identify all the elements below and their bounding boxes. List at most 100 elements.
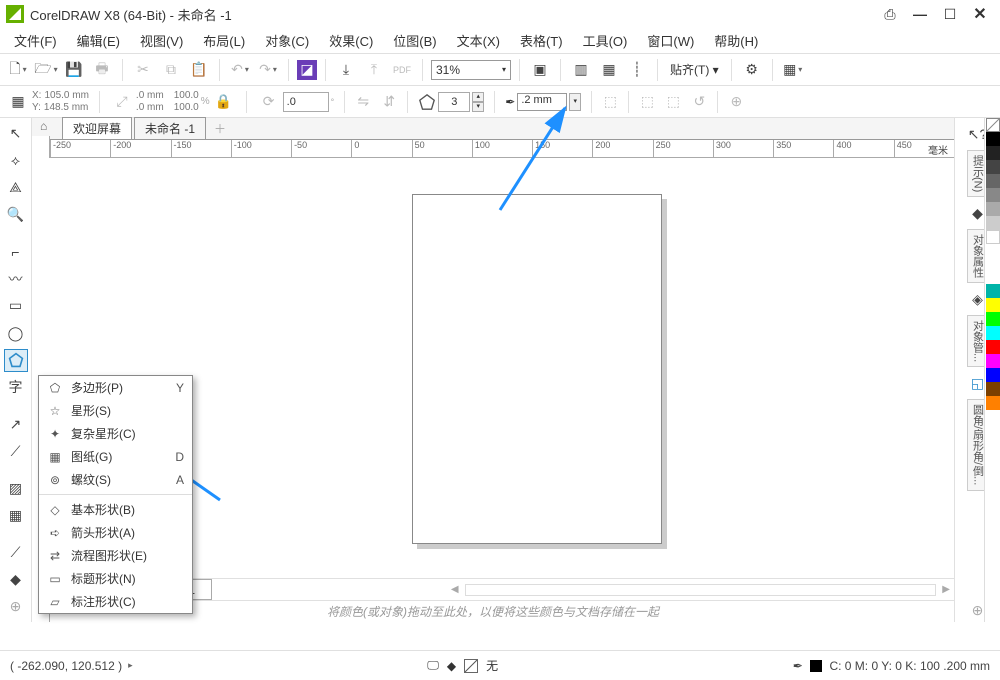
menu-object[interactable]: 对象(C) [257,28,317,53]
color-swatch[interactable] [986,160,1000,174]
search-content-button[interactable]: ◪ [297,60,317,80]
menu-bitmap[interactable]: 位图(B) [385,28,444,53]
interactive-fill-tool[interactable]: ◆ [4,568,28,591]
menu-help[interactable]: 帮助(H) [706,28,766,53]
fullscreen-preview-button[interactable]: ▣ [528,58,552,82]
polygon-tool[interactable] [4,349,28,372]
menu-edit[interactable]: 编辑(E) [69,28,128,53]
tab-current-doc[interactable]: 未命名 -1 [134,117,206,139]
color-swatch[interactable] [986,174,1000,188]
hscroll-right[interactable]: ▶ [942,584,950,595]
color-swatch[interactable] [986,188,1000,202]
flyout-polygon[interactable]: ⬠多边形(P)Y [39,376,192,399]
flyout-basic-shapes[interactable]: ◇基本形状(B) [39,498,192,521]
account-icon[interactable]: ⎙ [876,3,904,25]
import-button[interactable]: ⤓ [334,58,358,82]
outline-color-swatch[interactable] [810,660,822,672]
flyout-graph-paper[interactable]: ▦图纸(G)D [39,445,192,468]
color-swatch[interactable] [986,284,1000,298]
convert-button[interactable]: ⬚ [661,90,685,114]
show-grid-button[interactable]: ▦ [597,58,621,82]
flyout-star[interactable]: ☆星形(S) [39,399,192,422]
publish-pdf-button[interactable]: PDF [390,58,414,82]
minimize-button[interactable]: — [906,3,934,25]
ruler-horizontal[interactable]: 毫米 -250 -200 -150 -100 -50 0 50 100 150 … [50,140,954,158]
color-swatch[interactable] [986,202,1000,216]
undo-button[interactable]: ↶▾ [228,58,252,82]
color-proof-icon[interactable]: 🖵 [427,658,439,673]
eyedropper-tool[interactable]: ⟋ [4,541,28,564]
pick-tool[interactable]: ↖ [4,122,28,145]
transparency-tool[interactable]: ▦ [4,504,28,527]
color-swatch[interactable] [986,354,1000,368]
save-button[interactable]: 💾 [62,58,86,82]
hscrollbar[interactable] [465,584,937,596]
zoom-tool[interactable]: 🔍 [4,203,28,226]
tab-welcome[interactable]: 欢迎屏幕 [62,117,132,139]
polygon-sides-stepper[interactable]: ▴▾ [472,92,484,112]
color-swatch[interactable] [986,382,1000,396]
mirror-h-button[interactable]: ⇋ [351,90,375,114]
maximize-button[interactable]: ☐ [936,3,964,25]
menu-table[interactable]: 表格(T) [512,28,571,53]
cut-button[interactable]: ✂ [131,58,155,82]
snap-to-dropdown[interactable]: 贴齐(T) ▾ [666,61,723,78]
options-button[interactable]: ⚙ [740,58,764,82]
new-button[interactable]: 🗋▾ [6,58,30,82]
paste-button[interactable]: 📋 [187,58,211,82]
redo-button[interactable]: ↷▾ [256,58,280,82]
flyout-callout-shapes[interactable]: ▱标注形状(C) [39,590,192,613]
copy-button[interactable]: ⧉ [159,58,183,82]
flyout-spiral[interactable]: ⊚螺纹(S)A [39,468,192,491]
artistic-media-tool[interactable]: 〰 [4,267,28,290]
color-none[interactable] [986,118,1000,132]
parallel-dimension-tool[interactable]: ↗ [4,413,28,436]
close-button[interactable]: ✕ [966,3,994,25]
color-swatch[interactable] [986,230,1000,244]
text-tool[interactable]: 字 [4,376,28,399]
menu-window[interactable]: 窗口(W) [639,28,702,53]
rectangle-tool[interactable]: ▭ [4,294,28,317]
drop-shadow-tool[interactable]: ▨ [4,477,28,500]
rotate-input[interactable]: .0 [283,92,329,112]
color-swatch[interactable] [986,146,1000,160]
menu-view[interactable]: 视图(V) [132,28,191,53]
show-guides-button[interactable]: ┊ [625,58,649,82]
quick-customize-button[interactable]: ⊕ [724,90,748,114]
show-rulers-button[interactable]: ▥ [569,58,593,82]
shape-tool[interactable]: ⟡ [4,149,28,172]
menu-layout[interactable]: 布局(L) [195,28,253,53]
crop-tool[interactable]: ⟁ [4,176,28,199]
fill-icon[interactable]: ◆ [447,659,456,673]
flyout-complex-star[interactable]: ✦复杂星形(C) [39,422,192,445]
color-swatch[interactable] [986,326,1000,340]
hscroll-left[interactable]: ◀ [451,584,459,595]
launch-button[interactable]: ▦▾ [781,58,805,82]
color-swatch[interactable] [986,396,1000,410]
outline-pen-status-icon[interactable]: ✒ [793,659,803,673]
connector-tool[interactable]: ⟋ [4,440,28,463]
flyout-flowchart-shapes[interactable]: ⇄流程图形状(E) [39,544,192,567]
color-swatch[interactable] [986,132,1000,146]
color-swatch[interactable] [986,298,1000,312]
smart-fill-tool[interactable]: ⊕ [4,595,28,618]
menu-text[interactable]: 文本(X) [449,28,508,53]
home-icon[interactable]: ⌂ [40,119,58,137]
freehand-tool[interactable]: ⌐ [4,240,28,263]
zoom-combo[interactable]: 31%▾ [431,60,511,80]
wrap-text-button[interactable]: ⬚ [635,90,659,114]
color-swatch[interactable] [986,368,1000,382]
menu-effects[interactable]: 效果(C) [321,28,381,53]
convert2-button[interactable]: ↺ [687,90,711,114]
flyout-banner-shapes[interactable]: ▭标题形状(N) [39,567,192,590]
flyout-arrow-shapes[interactable]: ➪箭头形状(A) [39,521,192,544]
export-button[interactable]: ⤒ [362,58,386,82]
print-button[interactable]: 🖶 [90,58,114,82]
lock-ratio-icon[interactable]: 🔒 [212,90,236,114]
mirror-v-button[interactable]: ⇵ [377,90,401,114]
outline-width-dropdown[interactable]: ▾ [569,93,581,111]
add-tab-button[interactable]: ＋ [208,118,232,139]
color-swatch[interactable] [986,216,1000,230]
color-swatch[interactable] [986,312,1000,326]
open-button[interactable]: 🗁▾ [34,58,58,82]
